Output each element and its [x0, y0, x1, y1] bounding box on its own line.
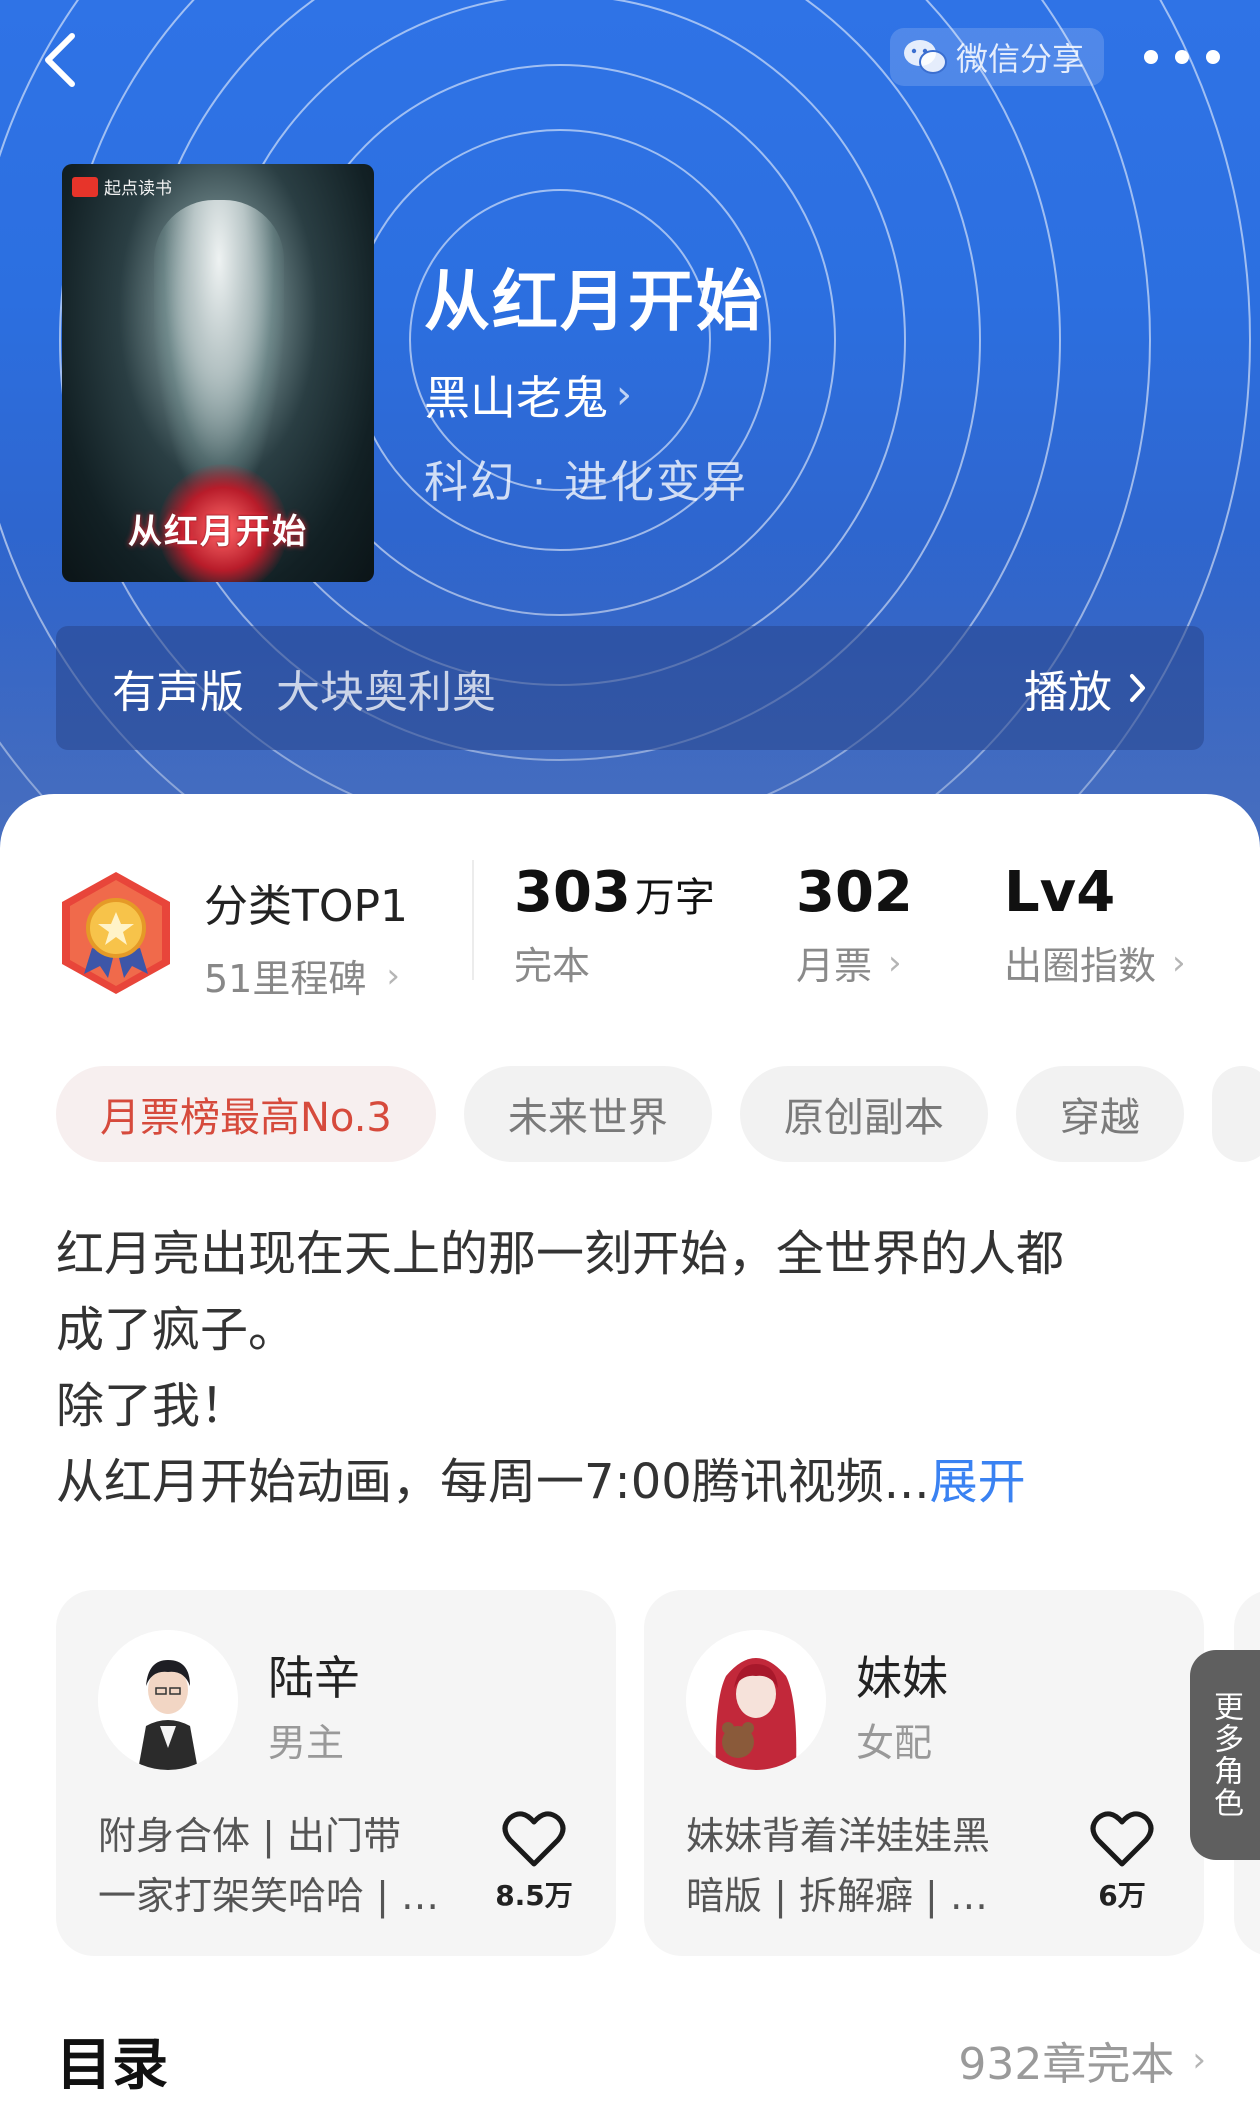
character-desc-line: 暗版 | 拆解癖 | …	[686, 1874, 988, 1918]
synopsis-line: 成了疯子。	[56, 1302, 297, 1358]
wechat-share-button[interactable]: 微信分享	[890, 28, 1104, 86]
book-genre: 科幻 · 进化变异	[424, 457, 748, 508]
chapter-count-status: 932章完本	[958, 2039, 1175, 2090]
popularity-index-stat[interactable]: Lv4 出圈指数 ›	[1004, 860, 1186, 990]
category-rank-link[interactable]: 分类TOP1 51里程碑 ›	[204, 870, 408, 1003]
character-desc-line: 妹妹背着洋娃娃黑	[686, 1814, 991, 1858]
cover-character-figure	[154, 200, 284, 500]
like-count: 8.5万	[495, 1879, 573, 1912]
character-card[interactable]: 妹妹 女配 妹妹背着洋娃娃黑 暗版 | 拆解癖 | … 6万	[644, 1590, 1204, 1956]
character-role: 女配	[856, 1721, 933, 1765]
like-button[interactable]: 6万	[1072, 1810, 1172, 1914]
character-desc-line: 一家打架笑哈哈 | …	[98, 1874, 439, 1918]
character-name: 妹妹	[856, 1651, 948, 1705]
wechat-icon	[904, 40, 947, 74]
heart-icon	[502, 1811, 566, 1867]
synopsis-line: 除了我！	[56, 1378, 249, 1434]
author-name: 黑山老鬼	[424, 371, 608, 425]
male-character-avatar-icon	[98, 1630, 238, 1770]
heart-icon	[1090, 1811, 1154, 1867]
tag-list: 月票榜最高No.3 未来世界 原创副本 穿越	[56, 1066, 1260, 1162]
tag-chip[interactable]: 穿越	[1015, 1066, 1184, 1162]
more-characters-button[interactable]: 更多角色	[1190, 1650, 1260, 1860]
share-label: 微信分享	[956, 40, 1085, 78]
chevron-right-icon: ›	[616, 372, 632, 418]
character-name: 陆辛	[268, 1651, 360, 1705]
character-cards: 陆辛 男主 附身合体 | 出门带 一家打架笑哈哈 | … 8.5万 妹妹 女配 …	[56, 1590, 1260, 1956]
book-synopsis: 红月亮出现在天上的那一刻开始，全世界的人都 成了疯子。 除了我！ 从红月开始动画…	[56, 1216, 1206, 1520]
synopsis-line: 红月亮出现在天上的那一刻开始，全世界的人都	[56, 1226, 1065, 1282]
tag-chip[interactable]: 未来世界	[463, 1066, 712, 1162]
cover-publisher-text: 起点读书	[104, 179, 172, 199]
monthly-tickets-label: 月票	[796, 944, 873, 988]
synopsis-line: 从红月开始动画，每周一7:00腾讯视频...	[56, 1454, 930, 1510]
audiobook-bar[interactable]: 有声版 大块奥利奥 播放	[56, 626, 1204, 750]
toc-title: 目录	[56, 2032, 168, 2098]
like-count: 6万	[1098, 1879, 1146, 1912]
completion-status: 完本	[514, 944, 591, 988]
monthly-tickets-stat[interactable]: 302 月票 ›	[796, 860, 913, 990]
word-count-stat: 303 万字 完本	[514, 860, 715, 990]
play-label: 播放	[1024, 667, 1112, 718]
chevron-right-icon	[1130, 674, 1145, 702]
table-of-contents-row[interactable]: 目录 932章完本 ›	[56, 2020, 1206, 2100]
tag-chip[interactable]: 原创副本	[739, 1066, 988, 1162]
stats-row: 分类TOP1 51里程碑 › 303 万字 完本 302 月票 › Lv4 出圈…	[56, 860, 1216, 1001]
popularity-index-label: 出圈指数	[1004, 944, 1157, 988]
book-title: 从红月开始	[424, 262, 764, 340]
tag-chip[interactable]: 月票榜最高No.3	[56, 1066, 436, 1162]
back-icon[interactable]	[38, 28, 82, 92]
synopsis-line-last: 从红月开始动画，每周一7:00腾讯视频...展开	[56, 1444, 1206, 1520]
rank-subtitle: 51里程碑	[204, 957, 367, 1001]
chevron-right-icon: ›	[888, 942, 902, 983]
more-options-icon[interactable]	[1144, 44, 1220, 70]
chevron-right-icon: ›	[1172, 942, 1186, 983]
medal-icon	[62, 872, 170, 994]
word-count-unit: 万字	[634, 875, 715, 921]
popularity-level-value: Lv4	[1004, 860, 1116, 925]
character-description: 妹妹背着洋娃娃黑 暗版 | 拆解癖 | …	[686, 1806, 1066, 1926]
character-role: 男主	[268, 1721, 345, 1765]
divider	[472, 860, 474, 980]
female-character-avatar-icon	[686, 1630, 826, 1770]
play-button[interactable]: 播放	[1024, 656, 1148, 720]
character-avatar	[98, 1630, 238, 1770]
word-count-value: 303	[514, 860, 631, 925]
character-avatar	[686, 1630, 826, 1770]
cover-title-text: 从红月开始	[128, 512, 308, 552]
tag-chip-partial[interactable]	[1211, 1066, 1260, 1162]
audiobook-narrator: 大块奥利奥	[276, 667, 496, 718]
like-button[interactable]: 8.5万	[484, 1810, 584, 1914]
expand-link[interactable]: 展开	[930, 1454, 1026, 1510]
character-description: 附身合体 | 出门带 一家打架笑哈哈 | …	[98, 1806, 478, 1926]
qidian-logo-icon	[72, 176, 98, 197]
author-link[interactable]: 黑山老鬼 ›	[424, 362, 632, 428]
monthly-tickets-value: 302	[796, 860, 913, 925]
chevron-right-icon: ›	[386, 955, 400, 996]
cover-publisher-badge: 起点读书	[72, 174, 172, 199]
audiobook-label: 有声版	[112, 667, 244, 718]
rank-title: 分类TOP1	[204, 881, 409, 932]
character-card[interactable]: 陆辛 男主 附身合体 | 出门带 一家打架笑哈哈 | … 8.5万	[56, 1590, 616, 1956]
character-desc-line: 附身合体 | 出门带	[98, 1814, 401, 1858]
book-cover-image[interactable]: 起点读书 从红月开始	[62, 164, 374, 582]
chevron-right-icon: ›	[1192, 2040, 1206, 2080]
